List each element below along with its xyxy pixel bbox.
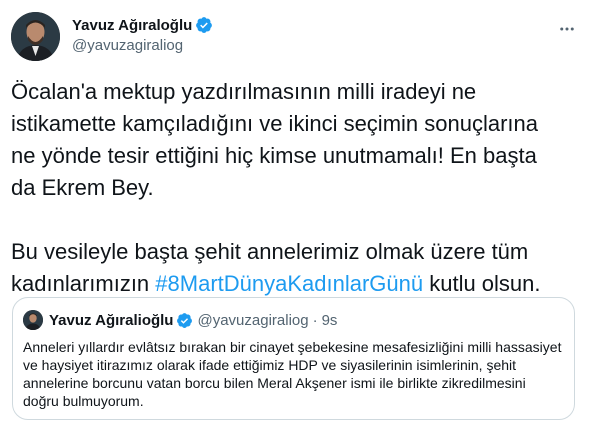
separator-dot: · [312, 311, 318, 329]
quoted-tweet-header: Yavuz Ağıralioğlu @yavuzagiraliog · 9s [23, 310, 337, 330]
tweet-text-end: kutlu olsun. [423, 271, 541, 296]
quoted-author-name: Yavuz Ağıralioğlu [49, 311, 174, 329]
quoted-author-handle: @yavuzagiraliog [197, 311, 309, 329]
quoted-tweet[interactable]: Yavuz Ağıralioğlu @yavuzagiraliog · 9s A… [12, 297, 575, 420]
tweet-card: Yavuz Ağıraloğlu @yavuzagiraliog Öcalan'… [0, 0, 594, 433]
more-options-icon[interactable] [556, 18, 578, 40]
hashtag-link[interactable]: #8MartDünyaKadınlarGünü [155, 271, 423, 296]
quoted-timestamp[interactable]: 9s [322, 312, 338, 329]
author-handle[interactable]: @yavuzagiraliog [72, 37, 213, 54]
quoted-avatar [23, 310, 43, 330]
author-block: Yavuz Ağıraloğlu @yavuzagiraliog [72, 15, 213, 54]
author-name[interactable]: Yavuz Ağıraloğlu [72, 17, 192, 34]
verified-badge-icon [195, 16, 213, 34]
avatar[interactable] [11, 12, 60, 61]
tweet-header: Yavuz Ağıraloğlu @yavuzagiraliog [11, 12, 582, 62]
quoted-tweet-text: Anneleri yıllardır evlâtsız bırakan bir … [23, 339, 562, 409]
tweet-text-main: Öcalan'a mektup yazdırılmasının milli ir… [11, 79, 538, 296]
verified-badge-icon [176, 312, 193, 329]
tweet-text: Öcalan'a mektup yazdırılmasının milli ir… [11, 76, 583, 300]
